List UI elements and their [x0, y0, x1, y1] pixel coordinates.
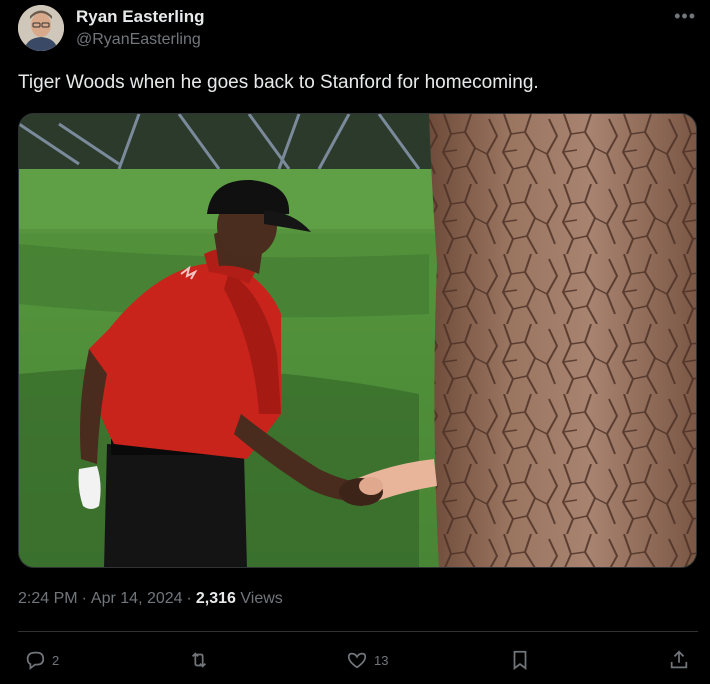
author-handle[interactable]: @RyanEasterling: [76, 31, 201, 49]
views-count: 2,316: [195, 590, 236, 607]
photo-golfer-handshake-tree: [19, 114, 696, 567]
reply-button[interactable]: 2: [24, 647, 59, 673]
divider: [18, 631, 698, 632]
retweet-icon: [191, 652, 207, 668]
more-horizontal-icon[interactable]: •••: [674, 6, 696, 27]
tweet-media-image[interactable]: [18, 113, 697, 568]
tweet-date[interactable]: Apr 14, 2024: [91, 590, 183, 607]
tweet-time[interactable]: 2:24 PM: [18, 590, 78, 607]
heart-icon: [347, 652, 367, 669]
separator: ·: [186, 590, 192, 607]
views-label: Views: [240, 590, 283, 607]
share-icon: [670, 650, 688, 669]
tweet-text: Tiger Woods when he goes back to Stanfor…: [18, 72, 539, 93]
tweet-metadata: 2:24 PM · Apr 14, 2024 · 2,316 Views: [18, 590, 283, 608]
avatar-image: [18, 5, 64, 51]
like-count: 13: [374, 652, 389, 668]
reply-icon: [26, 651, 45, 671]
author-display-name[interactable]: Ryan Easterling: [76, 7, 205, 27]
like-button[interactable]: 13: [346, 647, 388, 673]
separator: ·: [81, 590, 87, 607]
avatar[interactable]: [18, 5, 64, 51]
bookmark-button[interactable]: [509, 647, 531, 673]
share-button[interactable]: [668, 647, 690, 673]
retweet-button[interactable]: [188, 647, 210, 673]
bookmark-icon: [513, 650, 527, 670]
reply-count: 2: [52, 652, 60, 668]
